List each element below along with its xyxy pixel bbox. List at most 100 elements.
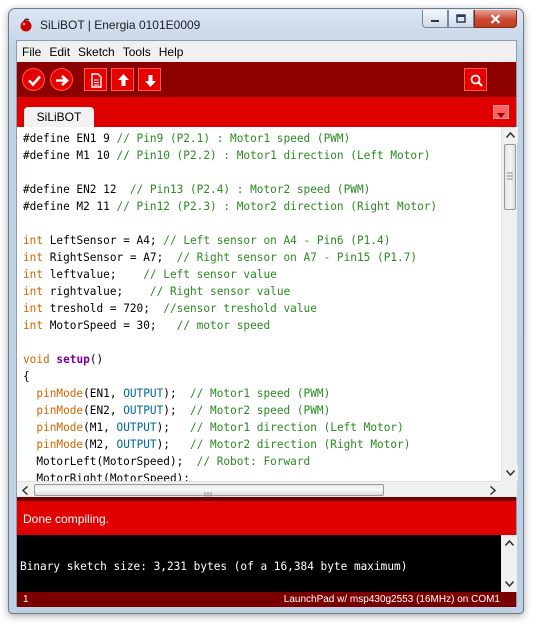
code-token: // Pin12 (P2.3) : Motor2 direction (Righ…: [116, 200, 438, 213]
scroll-right-button[interactable]: [485, 482, 501, 498]
code-text[interactable]: #define EN1 9 // Pin9 (P2.1) : Motor1 sp…: [17, 127, 501, 481]
code-token: OUTPUT: [123, 387, 164, 400]
minimize-button[interactable]: [422, 10, 448, 28]
scroll-up-button[interactable]: [502, 127, 518, 143]
code-token: MotorSpeed = 30;: [43, 319, 177, 332]
code-token: int: [23, 268, 44, 281]
serial-monitor-button[interactable]: [464, 68, 487, 91]
code-line[interactable]: #define M2 11 // Pin12 (P2.3) : Motor2 d…: [23, 198, 501, 215]
window-title: SiLiBOT | Energia 0101E0009: [40, 18, 201, 32]
tab-silibot[interactable]: SiLiBOT: [24, 107, 94, 127]
code-line[interactable]: [23, 334, 501, 351]
tab-menu-button[interactable]: [493, 105, 509, 119]
footer-bar: 1 LaunchPad w/ msp430g2553 (16MHz) on CO…: [17, 592, 516, 607]
code-line[interactable]: int treshold = 720; //sensor treshold va…: [23, 300, 501, 317]
close-button[interactable]: [474, 10, 517, 28]
save-button[interactable]: [138, 68, 161, 91]
close-icon: [490, 13, 501, 24]
window-controls: [422, 10, 517, 28]
menu-sketch[interactable]: Sketch: [75, 45, 120, 59]
scroll-left-button[interactable]: [17, 482, 33, 498]
code-line[interactable]: pinMode(EN1, OUTPUT); // Motor1 speed (P…: [23, 385, 501, 402]
code-line[interactable]: {: [23, 368, 501, 385]
code-token: leftvalue;: [43, 268, 144, 281]
code-line[interactable]: [23, 215, 501, 232]
editor-vertical-scrollbar[interactable]: [501, 127, 518, 481]
code-token: (M1,: [83, 421, 117, 434]
code-line[interactable]: int RightSensor = A7; // Right sensor on…: [23, 249, 501, 266]
board-info: LaunchPad w/ msp430g2553 (16MHz) on COM1: [283, 594, 500, 605]
code-editor[interactable]: #define EN1 9 // Pin9 (P2.1) : Motor1 sp…: [17, 127, 501, 481]
grip-icon: [507, 172, 513, 180]
client-area: File Edit Sketch Tools Help SiLiBOT #def…: [16, 40, 518, 607]
code-line[interactable]: pinMode(EN2, OUTPUT); // Motor2 speed (P…: [23, 402, 501, 419]
app-window: SiLiBOT | Energia 0101E0009 File Edit Sk…: [8, 8, 524, 614]
code-token: );: [163, 404, 190, 417]
maximize-button[interactable]: [448, 10, 474, 28]
code-token: int: [23, 285, 44, 298]
app-logo-icon: [20, 18, 32, 32]
editor-horizontal-scrollbar[interactable]: [17, 481, 501, 498]
code-token: #define M1 10: [23, 149, 117, 162]
console-scroll-up-button[interactable]: [501, 535, 517, 551]
code-token: // Pin9 (P2.1) : Motor1 speed (PWM): [116, 132, 351, 145]
code-line[interactable]: MotorRight(MotorSpeed);: [23, 470, 501, 481]
code-line[interactable]: [23, 164, 501, 181]
code-token: );: [156, 421, 191, 434]
new-button[interactable]: [84, 68, 107, 91]
new-icon: [91, 73, 102, 88]
upload-button[interactable]: [50, 68, 73, 91]
line-number: 1: [23, 594, 29, 605]
code-token: int: [23, 251, 44, 264]
code-line[interactable]: int LeftSensor = A4; // Left sensor on A…: [23, 232, 501, 249]
code-line[interactable]: pinMode(M2, OUTPUT); // Motor2 direction…: [23, 436, 501, 453]
console-scrollbar[interactable]: [501, 535, 517, 592]
menu-tools[interactable]: Tools: [120, 45, 156, 59]
code-line[interactable]: MotorLeft(MotorSpeed); // Robot: Forward: [23, 453, 501, 470]
code-line[interactable]: pinMode(M1, OUTPUT); // Motor1 direction…: [23, 419, 501, 436]
arrow-right-icon: [490, 485, 496, 495]
horizontal-scroll-thumb[interactable]: [34, 484, 384, 498]
open-button[interactable]: [111, 68, 134, 91]
code-line[interactable]: #define EN2 12 // Pin13 (P2.4) : Motor2 …: [23, 181, 501, 198]
code-token: // Right sensor value: [149, 285, 291, 298]
code-token: OUTPUT: [116, 438, 157, 451]
menu-bar: File Edit Sketch Tools Help: [17, 41, 516, 62]
status-message: Done compiling.: [23, 512, 110, 526]
code-line[interactable]: #define EN1 9 // Pin9 (P2.1) : Motor1 sp…: [23, 130, 501, 147]
menu-help[interactable]: Help: [156, 45, 189, 59]
console-output[interactable]: Binary sketch size: 3,231 bytes (of a 16…: [17, 535, 501, 592]
code-line[interactable]: #define M1 10 // Pin10 (P2.2) : Motor1 d…: [23, 147, 501, 164]
code-line[interactable]: int leftvalue; // Left sensor value: [23, 266, 501, 283]
arrow-left-icon: [22, 485, 28, 495]
arrow-up-icon: [504, 540, 514, 546]
code-token: // Robot: Forward: [196, 455, 311, 468]
code-token: //sensor treshold value: [163, 302, 317, 315]
console-scroll-down-button[interactable]: [501, 576, 517, 592]
code-token: RightSensor = A7;: [43, 251, 177, 264]
code-token: int: [23, 302, 44, 315]
title-bar[interactable]: SiLiBOT | Energia 0101E0009: [9, 9, 523, 41]
menu-edit[interactable]: Edit: [46, 45, 75, 59]
code-token: pinMode: [36, 387, 84, 400]
code-token: // Pin10 (P2.2) : Motor1 direction (Left…: [116, 149, 431, 162]
upload-icon: [56, 75, 69, 86]
scroll-down-button[interactable]: [502, 465, 518, 481]
code-line[interactable]: void setup(): [23, 351, 501, 368]
code-token: // Left sensor on A4 - Pin6 (P1.4): [163, 234, 391, 247]
code-line[interactable]: int rightvalue; // Right sensor value: [23, 283, 501, 300]
code-line[interactable]: int MotorSpeed = 30; // motor speed: [23, 317, 501, 334]
code-token: // Motor1 direction (Left Motor): [190, 421, 404, 434]
arrow-down-icon: [505, 470, 515, 476]
code-token: );: [156, 438, 191, 451]
code-token: #define EN1 9: [23, 132, 117, 145]
verify-button[interactable]: [22, 68, 45, 91]
vertical-scroll-thumb[interactable]: [504, 144, 516, 210]
code-token: // motor speed: [176, 319, 271, 332]
code-token: // Motor2 speed (PWM): [190, 404, 331, 417]
menu-file[interactable]: File: [19, 45, 46, 59]
console-text: Binary sketch size: 3,231 bytes (of a 16…: [20, 560, 408, 573]
code-token: rightvalue;: [43, 285, 150, 298]
